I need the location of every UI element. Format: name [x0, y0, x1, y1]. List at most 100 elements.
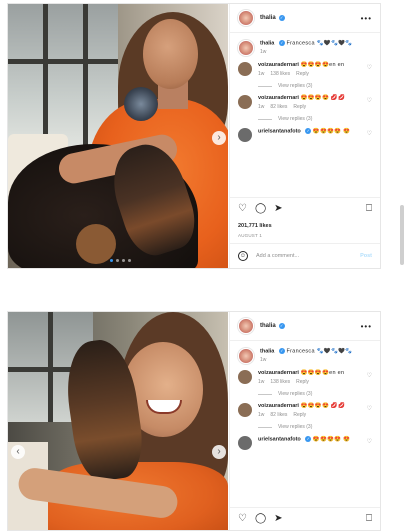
add-comment-bar: ☺ Add a comment... Post	[230, 243, 380, 268]
carousel-dot	[116, 259, 119, 262]
post-button[interactable]: Post	[360, 253, 372, 259]
comment-icon[interactable]: ◯	[255, 514, 266, 524]
post-photo[interactable]: › ‹	[8, 312, 228, 530]
comment-body: voizauradernari 😍😍😍😍 💋💋 1w 82 likes Repl…	[258, 95, 372, 110]
more-options-icon[interactable]: •••	[361, 322, 372, 331]
heart-icon[interactable]: ♡	[238, 514, 247, 524]
post-sidebar: thalia ✓ ••• thalia ✓ Francesca 🐾🖤🐾🖤🐾 1w…	[229, 4, 380, 268]
comments-list[interactable]: thalia ✓ Francesca 🐾🖤🐾🖤🐾 1w voizauradern…	[230, 32, 380, 198]
avatar[interactable]	[238, 40, 254, 56]
caption-user[interactable]: thalia	[260, 40, 274, 46]
comment-user[interactable]: voizauradernari	[258, 370, 299, 376]
comment-heart-icon[interactable]: ♡	[367, 405, 372, 412]
username[interactable]: thalia	[260, 323, 276, 329]
window-frame	[8, 59, 118, 64]
caption-text: Francesca 🐾🖤🐾🖤🐾	[286, 40, 353, 47]
comment-item: voizauradernari 😍😍😍😍en en 1w 138 likes R…	[238, 62, 372, 77]
username[interactable]: thalia	[260, 15, 276, 21]
add-comment-input[interactable]: Add a comment...	[256, 253, 299, 259]
verified-badge-icon: ✓	[278, 15, 285, 21]
verified-badge-icon: ✓	[305, 436, 312, 442]
avatar[interactable]	[238, 95, 252, 109]
view-replies-button[interactable]: View replies (3)	[258, 391, 372, 397]
comment-user[interactable]: urielsantanafoto	[258, 436, 301, 442]
avatar[interactable]	[238, 403, 252, 417]
reply-button[interactable]: Reply	[293, 104, 306, 110]
carousel-dot	[128, 259, 131, 262]
caption-user[interactable]: thalia	[260, 348, 274, 354]
comment-meta: 1w 138 likes Reply	[258, 379, 360, 385]
comment-time: 1w	[258, 104, 265, 110]
page-scrollbar[interactable]	[400, 205, 404, 265]
woman-face	[143, 19, 198, 89]
reply-button[interactable]: Reply	[296, 379, 309, 385]
heart-icon[interactable]: ♡	[238, 204, 247, 214]
comment-time: 1w	[258, 379, 265, 385]
bookmark-icon[interactable]: ⎕	[366, 204, 372, 214]
comment-heart-icon[interactable]: ♡	[367, 130, 372, 137]
share-icon[interactable]: ➤	[274, 204, 282, 214]
comment-heart-icon[interactable]: ♡	[367, 64, 372, 71]
carousel-dots	[110, 259, 131, 262]
comment-likes[interactable]: 82 likes	[270, 412, 287, 418]
avatar[interactable]	[238, 128, 252, 142]
comment-item: urielsantanafoto ✓ 😍😍😍😍 😍 ♡	[238, 436, 372, 450]
next-arrow-icon[interactable]: ›	[212, 445, 226, 459]
bookmark-icon[interactable]: ⎕	[366, 514, 372, 524]
dog-tan-patch	[76, 224, 116, 264]
comment-user[interactable]: voizauradernari	[258, 403, 299, 409]
comment-heart-icon[interactable]: ♡	[367, 372, 372, 379]
comment-meta: 1w 82 likes Reply	[258, 412, 360, 418]
action-bar: ♡ ◯ ➤ ⎕	[230, 507, 380, 530]
comment-item: urielsantanafoto ✓ 😍😍😍😍 😍 ♡	[238, 128, 372, 142]
verified-badge-icon: ✓	[278, 40, 285, 46]
comment-text: 😍😍😍😍 💋💋	[300, 403, 346, 409]
action-bar: ♡ ◯ ➤ ⎕	[230, 197, 380, 220]
share-icon[interactable]: ➤	[274, 514, 282, 524]
view-replies-button[interactable]: View replies (3)	[258, 83, 372, 89]
comment-likes[interactable]: 82 likes	[270, 104, 287, 110]
avatar[interactable]	[238, 436, 252, 450]
verified-badge-icon: ✓	[278, 348, 285, 354]
comment-item: voizauradernari 😍😍😍😍en en 1w 138 likes R…	[238, 370, 372, 385]
comment-item: voizauradernari 😍😍😍😍 💋💋 1w 82 likes Repl…	[238, 403, 372, 418]
avatar[interactable]	[238, 62, 252, 76]
emoji-icon[interactable]: ☺	[238, 251, 248, 261]
reply-button[interactable]: Reply	[296, 71, 309, 77]
comment-time: 1w	[258, 71, 265, 77]
comment-body: urielsantanafoto ✓ 😍😍😍😍 😍	[258, 436, 372, 442]
avatar[interactable]	[238, 348, 254, 364]
comment-user[interactable]: urielsantanafoto	[258, 128, 301, 134]
post-header: thalia ✓ •••	[230, 4, 380, 33]
comment-heart-icon[interactable]: ♡	[367, 97, 372, 104]
verified-badge-icon: ✓	[278, 323, 285, 329]
comment-user[interactable]: voizauradernari	[258, 95, 299, 101]
comment-text: 😍😍😍😍en en	[300, 62, 345, 68]
comments-list[interactable]: thalia ✓ Francesca 🐾🖤🐾🖤🐾 1w voizauradern…	[230, 340, 380, 510]
avatar[interactable]	[238, 318, 254, 334]
caption-time: 1w	[260, 49, 267, 56]
comment-heart-icon[interactable]: ♡	[367, 438, 372, 445]
next-arrow-icon[interactable]: ›	[212, 131, 226, 145]
verified-badge-icon: ✓	[305, 128, 312, 134]
comment-likes[interactable]: 138 likes	[270, 71, 290, 77]
like-count[interactable]: 201,771 likes	[238, 223, 272, 229]
caption-body: thalia ✓ Francesca 🐾🖤🐾🖤🐾 1w	[260, 348, 352, 363]
carousel-dot-active	[110, 259, 113, 262]
comment-user[interactable]: voizauradernari	[258, 62, 299, 68]
comment-icon[interactable]: ◯	[255, 204, 266, 214]
comment-likes[interactable]: 138 likes	[270, 379, 290, 385]
comment-text: 😍😍😍😍en en	[300, 370, 345, 376]
comment-body: urielsantanafoto ✓ 😍😍😍😍 😍	[258, 128, 372, 134]
reply-button[interactable]: Reply	[293, 412, 306, 418]
view-replies-button[interactable]: View replies (3)	[258, 424, 372, 430]
avatar[interactable]	[238, 10, 254, 26]
view-replies-button[interactable]: View replies (3)	[258, 116, 372, 122]
comment-body: voizauradernari 😍😍😍😍 💋💋 1w 82 likes Repl…	[258, 403, 372, 418]
post-photo[interactable]: ›	[8, 4, 228, 268]
avatar[interactable]	[238, 370, 252, 384]
instagram-post-1: › thalia ✓ ••• thalia ✓ Francesca 🐾🖤🐾🖤🐾 …	[7, 3, 381, 269]
previous-arrow-icon[interactable]: ‹	[11, 445, 25, 459]
caption: thalia ✓ Francesca 🐾🖤🐾🖤🐾 1w	[238, 40, 372, 56]
more-options-icon[interactable]: •••	[361, 14, 372, 23]
